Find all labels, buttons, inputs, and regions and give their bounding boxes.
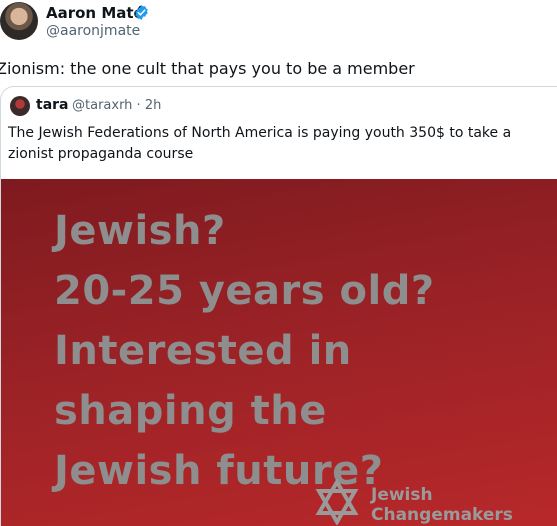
verified-badge-icon xyxy=(135,5,148,20)
headline-line: 20-25 years old? xyxy=(54,268,435,314)
headline-line: shaping the xyxy=(54,388,327,434)
headline-line: Jewish? xyxy=(54,208,226,254)
quoted-author-handle: @taraxrh · 2h xyxy=(72,98,162,113)
author-handle[interactable]: @aaronjmate xyxy=(46,23,140,39)
author-avatar[interactable] xyxy=(0,2,38,40)
headline-line: Interested in xyxy=(54,328,352,374)
brand-line: Jewish xyxy=(371,485,433,505)
quoted-post-image[interactable]: Jewish? 20-25 years old? Interested in s… xyxy=(1,179,557,526)
author-name[interactable]: Aaron Maté xyxy=(46,4,144,22)
quoted-author-avatar xyxy=(10,96,30,116)
post-text: Zionism: the one cult that pays you to b… xyxy=(0,59,415,78)
quoted-author-name: tara xyxy=(36,97,69,113)
star-of-david-logo-icon xyxy=(315,479,359,525)
image-headline: Jewish? 20-25 years old? Interested in s… xyxy=(54,201,435,501)
quoted-post-card[interactable]: tara @taraxrh · 2h The Jewish Federation… xyxy=(0,86,557,526)
quoted-post-text: The Jewish Federations of North America … xyxy=(8,125,512,162)
brand-name: Jewish Changemakers xyxy=(371,485,513,525)
brand-line: Changemakers xyxy=(371,505,513,525)
post-header: Aaron Maté @aaronjmate xyxy=(0,0,557,50)
